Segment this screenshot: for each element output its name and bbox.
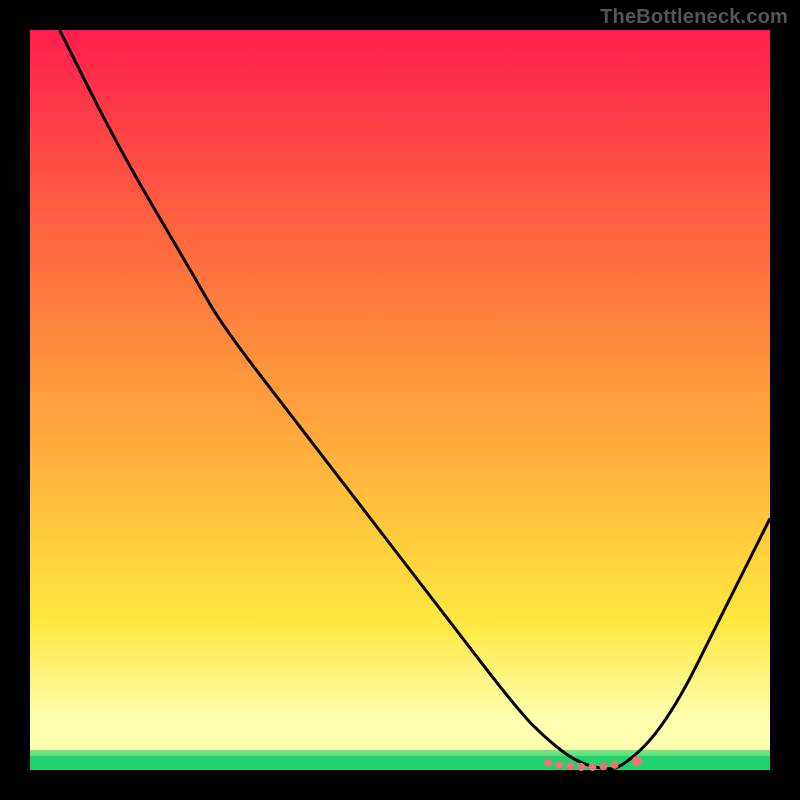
optimal-dot [555,761,563,769]
gradient-panel [30,30,770,770]
optimal-dot [544,759,552,767]
optimal-dot [577,763,585,771]
green-band [30,756,770,770]
pale-band [30,716,770,750]
optimal-dot [588,763,596,771]
optimal-dot [611,761,619,769]
chart-stage: TheBottleneck.com [0,0,800,800]
watermark-text: TheBottleneck.com [600,6,788,29]
optimal-dot [600,762,608,770]
optimal-dot [566,762,574,770]
bottleneck-chart [0,0,800,800]
optimal-dot [632,756,642,766]
